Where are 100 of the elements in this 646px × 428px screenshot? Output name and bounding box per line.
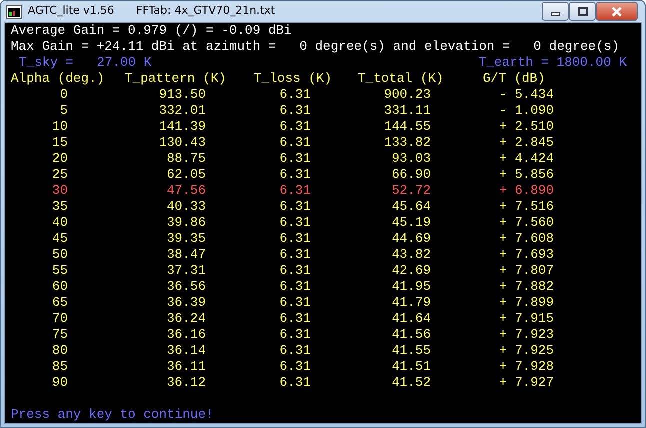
table-cell-text: 62.05 <box>166 167 206 183</box>
table-cell-text: 332.01 <box>158 103 206 119</box>
table-cell-text: + 7.516 <box>498 199 554 215</box>
table-cell-text: 42.69 <box>390 263 431 279</box>
table-cell-text: 52.72 <box>390 183 431 199</box>
table-cell-text: 36.24 <box>166 311 206 327</box>
table-cell-text: 41.55 <box>390 343 431 359</box>
table-cell-text: 6.31 <box>278 87 311 103</box>
table-cell-text: 41.64 <box>390 311 431 327</box>
table-cell-text: + 7.928 <box>498 359 554 375</box>
table-cell-text: 6.31 <box>278 215 311 231</box>
table-cell-text: 130.43 <box>158 135 206 151</box>
column-header: T_pattern (K) <box>125 71 228 87</box>
table-cell-text: 15 <box>51 135 68 151</box>
table-cell-text: 45.64 <box>390 199 431 215</box>
console-app-icon <box>6 4 22 18</box>
close-button[interactable] <box>596 2 638 21</box>
table-cell-text: 36.39 <box>166 295 206 311</box>
table-cell-text: 37.31 <box>166 263 206 279</box>
table-cell-text: 93.03 <box>390 151 431 167</box>
table-cell-text: 39.35 <box>166 231 206 247</box>
table-cell-text: 44.69 <box>390 231 431 247</box>
table-cell-text: 41.56 <box>390 327 431 343</box>
table-cell-text: 10 <box>51 119 68 135</box>
table-cell-text: 55 <box>51 263 68 279</box>
table-cell-text: 45 <box>51 231 68 247</box>
table-cell-text: 41.51 <box>390 359 431 375</box>
table-cell-text: + 7.560 <box>498 215 554 231</box>
table-cell-text: 36.11 <box>166 359 206 375</box>
file-title: FFTab: 4x_GTV70_21n.txt <box>136 3 276 20</box>
column-header: T_total (K) <box>358 71 445 87</box>
table-cell-text: 41.95 <box>390 279 431 295</box>
table-cell-text: 6.31 <box>278 247 311 263</box>
maximize-icon <box>578 7 588 16</box>
table-cell-text: + 6.890 <box>498 183 554 199</box>
table-cell-text: 80 <box>51 343 68 359</box>
table-cell-text: - 1.090 <box>498 103 554 119</box>
table-cell-text: 30 <box>51 183 68 199</box>
table-cell-text: 133.82 <box>383 135 431 151</box>
table-cell-text: + 7.899 <box>498 295 554 311</box>
table-cell-text: 5 <box>59 103 68 119</box>
table-cell-text: + 7.882 <box>498 279 554 295</box>
table-cell-text: 35 <box>51 199 68 215</box>
table-cell-text: 913.50 <box>158 87 206 103</box>
maximize-button[interactable] <box>569 2 596 21</box>
table-cell-text: 60 <box>51 279 68 295</box>
table-cell-text: 6.31 <box>278 199 311 215</box>
column-header: G/T (dB) <box>483 71 546 87</box>
table-cell-text: + 7.915 <box>498 311 554 327</box>
table-cell-text: 6.31 <box>278 119 311 135</box>
table-cell-text: + 2.845 <box>498 135 554 151</box>
table-cell-text: 65 <box>51 295 68 311</box>
table-cell-text: 88.75 <box>166 151 206 167</box>
table-cell-text: + 5.856 <box>498 167 554 183</box>
info-line: Average Gain = 0.979 (/) = -0.09 dBi <box>11 23 292 39</box>
close-icon <box>611 6 623 16</box>
table-cell-text: 43.82 <box>390 247 431 263</box>
table-cell-text: 38.47 <box>166 247 206 263</box>
column-header: T_loss (K) <box>254 71 334 87</box>
table-cell-text: 144.55 <box>383 119 431 135</box>
window-title: AGTC_lite v1.56 <box>28 3 114 20</box>
table-cell-text: 70 <box>51 311 68 327</box>
table-cell-text: 6.31 <box>278 311 311 327</box>
table-cell-text: 36.12 <box>166 375 206 391</box>
table-cell-text: 47.56 <box>166 183 206 199</box>
table-cell-text: 36.14 <box>166 343 206 359</box>
sky-temperature: T_sky = 27.00 K <box>19 55 152 71</box>
table-cell-text: 6.31 <box>278 183 311 199</box>
table-cell-text: 331.11 <box>383 103 431 119</box>
table-cell-text: 66.90 <box>390 167 431 183</box>
table-cell-text: 39.86 <box>166 215 206 231</box>
table-cell-text: 900.23 <box>383 87 431 103</box>
table-cell-text: + 7.923 <box>498 327 554 343</box>
table-cell-text: 45.19 <box>390 215 431 231</box>
table-cell-text: 141.39 <box>158 119 206 135</box>
table-cell-text: 50 <box>51 247 68 263</box>
table-cell-text: 6.31 <box>278 295 311 311</box>
table-cell-text: + 4.424 <box>498 151 554 167</box>
table-cell-text: 36.56 <box>166 279 206 295</box>
table-cell-text: 6.31 <box>278 375 311 391</box>
earth-temperature: T_earth = 1800.00 K <box>478 55 627 71</box>
table-cell-text: 6.31 <box>278 167 311 183</box>
table-cell-text: + 7.608 <box>498 231 554 247</box>
table-cell-text: 75 <box>51 327 68 343</box>
table-cell-text: + 7.925 <box>498 343 554 359</box>
table-cell-text: 36.16 <box>166 327 206 343</box>
table-cell-text: - 5.434 <box>498 87 554 103</box>
table-cell-text: 41.79 <box>390 295 431 311</box>
table-cell-text: 41.52 <box>390 375 431 391</box>
table-cell-text: + 7.693 <box>498 247 554 263</box>
table-cell-text: 6.31 <box>278 151 311 167</box>
table-cell-text: + 2.510 <box>498 119 554 135</box>
column-header: Alpha (deg.) <box>11 71 106 87</box>
table-cell-text: 6.31 <box>278 231 311 247</box>
table-cell-text: 6.31 <box>278 327 311 343</box>
minimize-button[interactable] <box>542 2 569 21</box>
table-cell-text: 6.31 <box>278 135 311 151</box>
info-line: Max Gain = +24.11 dBi at azimuth = 0 degree(s) and elevation = 0 degree(s) <box>11 39 620 55</box>
table-cell-text: + 7.807 <box>498 263 554 279</box>
table-cell-text: + 7.927 <box>498 375 554 391</box>
